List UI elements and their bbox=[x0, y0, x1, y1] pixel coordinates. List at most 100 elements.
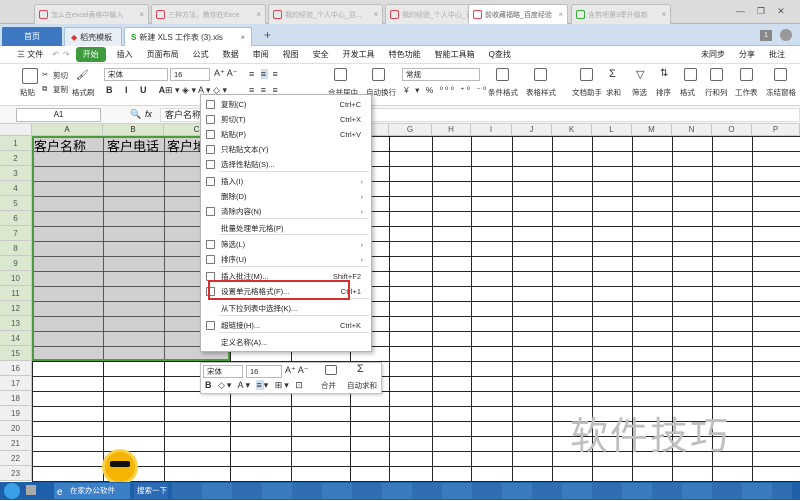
context-menu-item[interactable]: 筛选(L) › bbox=[201, 237, 371, 252]
worksheet-button[interactable]: 工作表 bbox=[735, 87, 758, 98]
row-header-8[interactable]: 8 bbox=[0, 241, 32, 256]
start-icon[interactable] bbox=[4, 483, 20, 499]
redo-icon[interactable]: ↷ bbox=[63, 50, 70, 59]
column-header-j[interactable]: J bbox=[512, 124, 552, 136]
template-tab[interactable]: ◆ 稻壳模板 bbox=[64, 27, 122, 46]
row-header-5[interactable]: 5 bbox=[0, 196, 32, 211]
browser-tab[interactable]: 三种方法，教你在Exce × bbox=[151, 4, 266, 24]
close-icon[interactable]: × bbox=[661, 10, 666, 19]
format-painter-button[interactable]: 格式刷 bbox=[72, 87, 95, 98]
number-format-select[interactable]: 常规 bbox=[402, 68, 480, 81]
worksheet-icon[interactable] bbox=[740, 68, 753, 81]
context-menu-item[interactable]: 复制(C) Ctrl+C bbox=[201, 97, 371, 112]
browser-tab[interactable]: 含剪吧第3季升级新 × bbox=[571, 4, 671, 24]
copy-button[interactable]: 复制 bbox=[53, 84, 68, 95]
sort-button[interactable]: 排序 bbox=[656, 87, 671, 98]
row-header-1[interactable]: 1 bbox=[0, 136, 32, 151]
mini-grow-font-icon[interactable]: A⁺ A⁻ bbox=[285, 365, 309, 376]
menu-security[interactable]: 安全 bbox=[306, 49, 336, 60]
mini-font-select[interactable]: 宋体 bbox=[203, 365, 243, 378]
row-header-22[interactable]: 22 bbox=[0, 451, 32, 466]
context-menu-item[interactable]: 超链接(H)... Ctrl+K bbox=[201, 318, 371, 333]
close-icon[interactable]: × bbox=[558, 10, 563, 19]
font-select[interactable]: 宋体 bbox=[104, 68, 168, 81]
row-header-13[interactable]: 13 bbox=[0, 316, 32, 331]
context-menu-item[interactable]: 删除(D) › bbox=[201, 189, 371, 204]
context-menu-item[interactable]: 排序(U) › bbox=[201, 252, 371, 267]
select-all-corner[interactable] bbox=[0, 124, 32, 136]
row-header-9[interactable]: 9 bbox=[0, 256, 32, 271]
context-menu-item[interactable]: 插入(I) › bbox=[201, 174, 371, 189]
close-icon[interactable]: × bbox=[256, 10, 261, 19]
conditional-format-icon[interactable] bbox=[496, 68, 509, 81]
file-tab[interactable]: S 新建 XLS 工作表 (3).xls × bbox=[124, 27, 252, 46]
row-header-10[interactable]: 10 bbox=[0, 271, 32, 286]
comment-button[interactable]: 批注 bbox=[762, 49, 792, 60]
filter-button[interactable]: 筛选 bbox=[632, 87, 647, 98]
context-menu-item[interactable]: 清除内容(N) › bbox=[201, 204, 371, 219]
freeze-icon[interactable] bbox=[774, 68, 787, 81]
column-header-o[interactable]: O bbox=[712, 124, 752, 136]
minimize-icon[interactable]: — bbox=[736, 6, 745, 18]
grow-font-icon[interactable]: A⁺ A⁻ bbox=[214, 68, 238, 79]
menu-developer[interactable]: 开发工具 bbox=[336, 49, 382, 60]
row-header-18[interactable]: 18 bbox=[0, 391, 32, 406]
column-header-n[interactable]: N bbox=[672, 124, 712, 136]
taskbar-apps[interactable] bbox=[172, 483, 792, 499]
menu-formulas[interactable]: 公式 bbox=[186, 49, 216, 60]
mini-autosum-button[interactable]: 自动求和 bbox=[347, 380, 377, 391]
row-header-14[interactable]: 14 bbox=[0, 331, 32, 346]
paste-button[interactable]: 粘贴 bbox=[20, 87, 35, 98]
avatar[interactable] bbox=[780, 29, 792, 41]
conditional-format-button[interactable]: 条件格式 bbox=[488, 87, 518, 98]
context-menu-item[interactable]: 剪切(T) Ctrl+X bbox=[201, 112, 371, 127]
search-button[interactable]: Q查找 bbox=[482, 49, 518, 60]
taskbar-app[interactable]: e 在家办公软件 bbox=[54, 483, 130, 499]
sigma-icon[interactable]: Σ bbox=[609, 68, 616, 80]
paste-icon[interactable] bbox=[22, 68, 38, 84]
column-header-k[interactable]: K bbox=[552, 124, 592, 136]
format-button[interactable]: 格式 bbox=[680, 87, 695, 98]
close-icon[interactable]: × bbox=[373, 10, 378, 19]
format-icon[interactable] bbox=[684, 68, 697, 81]
row-header-16[interactable]: 16 bbox=[0, 361, 32, 376]
align-top-icons[interactable]: ≡ ≡ ≡ bbox=[249, 69, 280, 79]
row-header-23[interactable]: 23 bbox=[0, 466, 32, 481]
row-header-7[interactable]: 7 bbox=[0, 226, 32, 241]
column-header-p[interactable]: P bbox=[752, 124, 800, 136]
mini-merge-icon[interactable] bbox=[325, 365, 337, 375]
fx-icon[interactable]: fx bbox=[145, 109, 152, 119]
menu-home[interactable]: 开始 bbox=[75, 47, 106, 62]
mini-merge-button[interactable]: 合并 bbox=[321, 380, 336, 391]
menu-features[interactable]: 特色功能 bbox=[382, 49, 428, 60]
row-header-11[interactable]: 11 bbox=[0, 286, 32, 301]
browser-tab[interactable]: 怎么在excel表格中输入 × bbox=[34, 4, 149, 24]
menu-insert[interactable]: 插入 bbox=[110, 49, 140, 60]
cell-b1[interactable]: 客户电话 bbox=[107, 136, 159, 155]
share-button[interactable]: 分享 bbox=[732, 49, 762, 60]
mini-format-icons[interactable]: B ◇▾ A▾ ≡▾ ⊞▾ ⊡ bbox=[205, 380, 305, 391]
filter-icon[interactable]: ▽ bbox=[636, 68, 644, 81]
column-header-b[interactable]: B bbox=[103, 124, 164, 136]
sync-status[interactable]: 未同步 bbox=[694, 49, 732, 60]
row-header-19[interactable]: 19 bbox=[0, 406, 32, 421]
scissors-icon[interactable]: ✂ bbox=[42, 70, 48, 79]
column-header-g[interactable]: G bbox=[389, 124, 432, 136]
context-menu-item[interactable]: 只粘贴文本(Y) bbox=[201, 142, 371, 157]
row-col-icon[interactable] bbox=[710, 68, 723, 81]
row-header-21[interactable]: 21 bbox=[0, 436, 32, 451]
home-tab[interactable]: 首页 bbox=[2, 27, 62, 46]
cell-c1[interactable]: 客户地 bbox=[167, 136, 201, 155]
doc-helper-icon[interactable] bbox=[580, 68, 593, 81]
row-header-4[interactable]: 4 bbox=[0, 181, 32, 196]
taskbar-search[interactable]: 搜索一下 bbox=[134, 483, 168, 499]
freeze-panes-button[interactable]: 冻结窗格 bbox=[766, 87, 796, 98]
brush-icon[interactable]: 🖌 bbox=[76, 70, 89, 81]
browser-tab-active[interactable]: 前收藏福略_百度经验 × bbox=[468, 4, 568, 24]
context-menu-item[interactable]: 从下拉列表中选择(K)... bbox=[201, 301, 371, 316]
undo-icon[interactable]: ↶ bbox=[52, 50, 59, 59]
new-tab-button[interactable]: + bbox=[264, 28, 271, 42]
row-header-20[interactable]: 20 bbox=[0, 421, 32, 436]
column-header-i[interactable]: I bbox=[471, 124, 512, 136]
mini-size-select[interactable]: 16 bbox=[246, 365, 282, 378]
